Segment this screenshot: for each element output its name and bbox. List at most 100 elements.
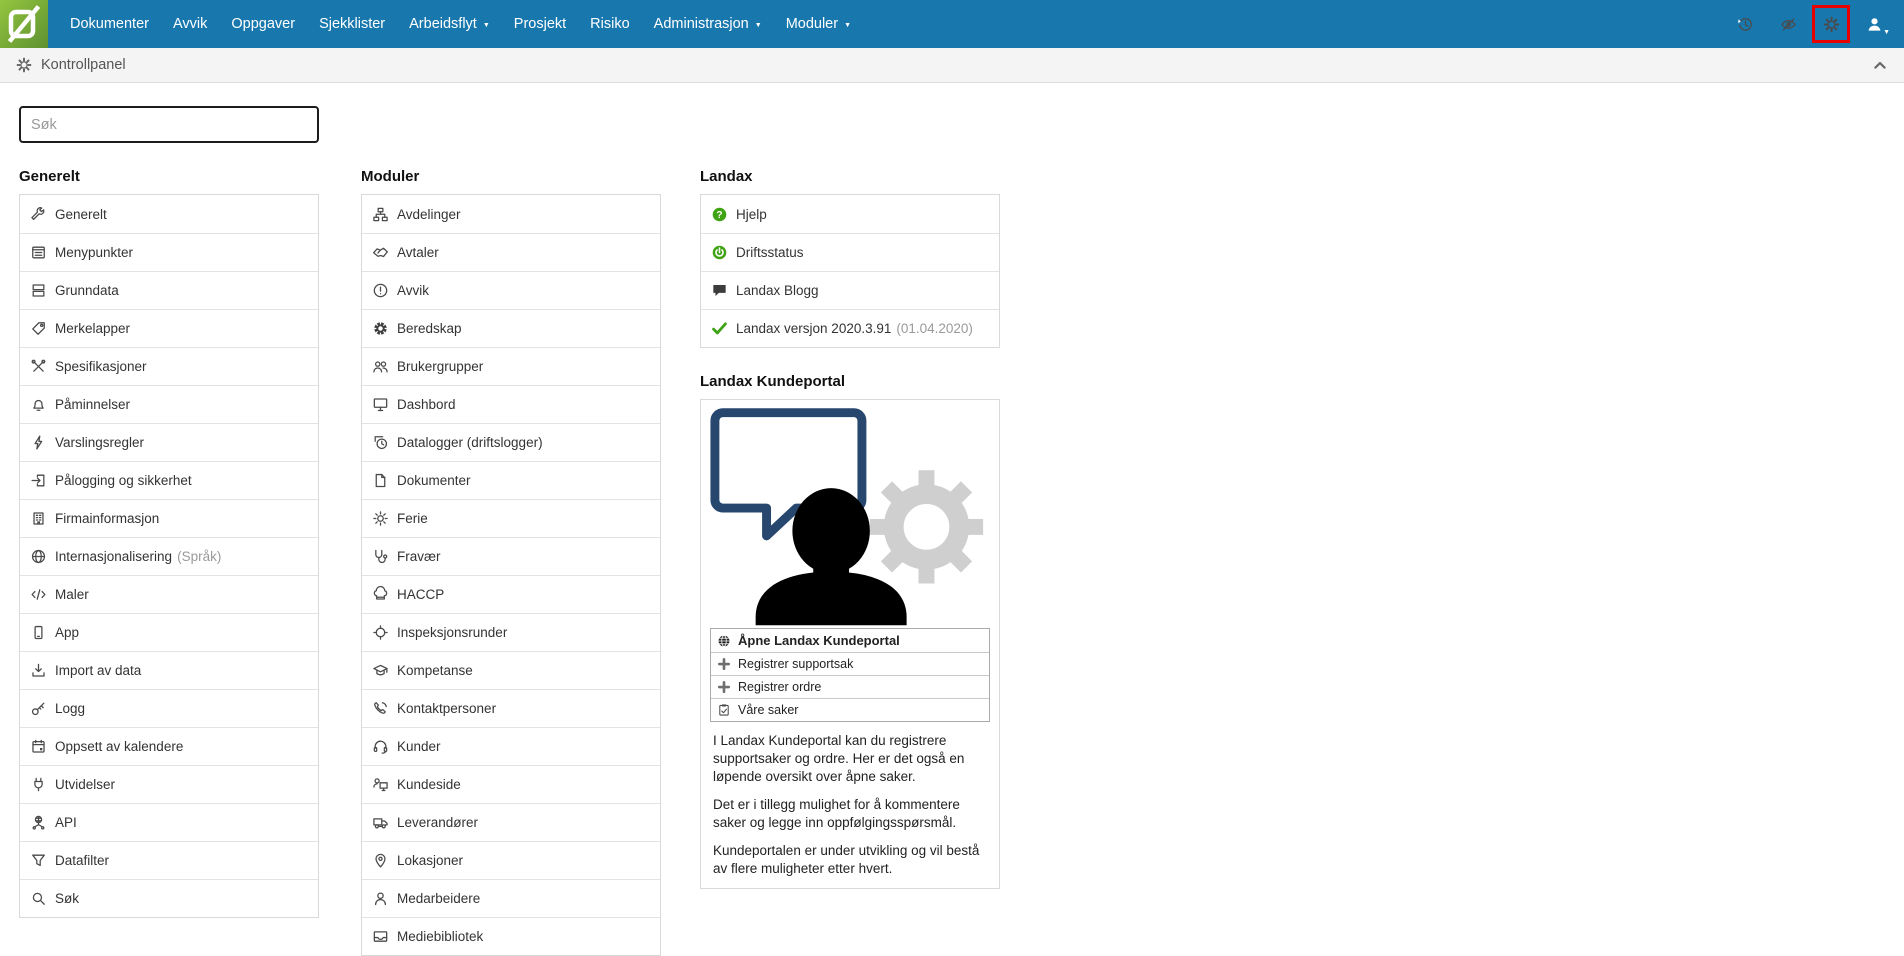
row-label: Fravær — [397, 549, 441, 564]
row-label: Datalogger (driftslogger) — [397, 435, 543, 450]
module-link-row[interactable]: Fravær — [362, 537, 660, 575]
login-icon — [30, 472, 47, 489]
section-heading: Moduler — [361, 168, 420, 185]
row-label: Medarbeidere — [397, 891, 481, 906]
row-label: Import av data — [55, 663, 142, 678]
row-label: Kundeside — [397, 777, 461, 792]
settings-link-row[interactable]: Utvidelser — [20, 765, 318, 803]
users-icon — [372, 358, 389, 375]
userscreen-icon — [372, 776, 389, 793]
settings-link-row[interactable]: Grunndata — [20, 271, 318, 309]
pin-icon — [372, 852, 389, 869]
row-suffix: (01.04.2020) — [896, 321, 973, 336]
kundeportal-menu-item[interactable]: Registrer supportsak — [711, 652, 989, 675]
settings-link-row[interactable]: Varslingsregler — [20, 423, 318, 461]
module-link-row[interactable]: Avdelinger — [362, 195, 660, 233]
landax-link-row[interactable]: Landax Blogg — [701, 271, 999, 309]
module-link-row[interactable]: Medarbeidere — [362, 879, 660, 917]
settings-link-row[interactable]: App — [20, 613, 318, 651]
row-label: Landax Blogg — [736, 283, 819, 298]
settings-link-row[interactable]: Oppsett av kalendere — [20, 727, 318, 765]
module-link-row[interactable]: Leverandører — [362, 803, 660, 841]
module-link-row[interactable]: Avvik — [362, 271, 660, 309]
row-label: Avtaler — [397, 245, 439, 260]
nav-menu-item-label: Risiko — [590, 16, 630, 32]
settings-link-row[interactable]: API — [20, 803, 318, 841]
menu-item-label: Åpne Landax Kundeportal — [738, 633, 900, 648]
row-label: App — [55, 625, 80, 640]
svg-text:?: ? — [716, 210, 722, 221]
search-input[interactable] — [19, 106, 319, 143]
api-icon — [30, 814, 47, 831]
kundeportal-illustration — [701, 400, 999, 626]
landax-panel: ? Hjelp Driftsstatus Landax Blogg Landax… — [700, 194, 1000, 348]
landax-link-row[interactable]: Driftsstatus — [701, 233, 999, 271]
nav-menu-item-label: Prosjekt — [513, 16, 567, 32]
gear-icon — [16, 57, 32, 73]
settings-link-row[interactable]: Søk — [20, 879, 318, 917]
settings-link-row[interactable]: Spesifikasjoner — [20, 347, 318, 385]
settings-link-row[interactable]: Datafilter — [20, 841, 318, 879]
module-link-row[interactable]: Datalogger (driftslogger) — [362, 423, 660, 461]
nav-menu-item[interactable]: Oppgaver — [219, 16, 307, 32]
kundeportal-menu-item[interactable]: Registrer ordre — [711, 675, 989, 698]
settings-link-row[interactable]: Logg — [20, 689, 318, 727]
kundeportal-menu-item[interactable]: Våre saker — [711, 698, 989, 721]
module-link-row[interactable]: Kontaktpersoner — [362, 689, 660, 727]
module-link-row[interactable]: Mediebibliotek — [362, 917, 660, 955]
truck-icon — [372, 814, 389, 831]
module-link-row[interactable]: Dokumenter — [362, 461, 660, 499]
user-menu-button[interactable]: ▼ — [1856, 6, 1892, 42]
settings-link-row[interactable]: Påminnelser — [20, 385, 318, 423]
nav-menu-item[interactable]: Sjekklister — [307, 16, 397, 32]
chevron-up-icon — [1872, 57, 1888, 73]
visibility-toggle-button[interactable] — [1770, 6, 1806, 42]
building-icon — [30, 510, 47, 527]
module-link-row[interactable]: Dashbord — [362, 385, 660, 423]
settings-link-row[interactable]: Internasjonalisering (Språk) — [20, 537, 318, 575]
history-button[interactable] — [1727, 6, 1763, 42]
caret-down-icon — [483, 16, 490, 32]
settings-link-row[interactable]: Import av data — [20, 651, 318, 689]
landax-link-row[interactable]: Landax versjon 2020.3.91 (01.04.2020) — [701, 309, 999, 347]
module-link-row[interactable]: Kunder — [362, 727, 660, 765]
settings-link-row[interactable]: Maler — [20, 575, 318, 613]
nav-menu-item[interactable]: Dokumenter — [58, 16, 161, 32]
module-link-row[interactable]: Avtaler — [362, 233, 660, 271]
settings-link-row[interactable]: Generelt — [20, 195, 318, 233]
settings-button[interactable] — [1812, 5, 1850, 43]
settings-link-row[interactable]: Merkelapper — [20, 309, 318, 347]
kundeportal-menu-item[interactable]: Åpne Landax Kundeportal — [711, 629, 989, 652]
module-link-row[interactable]: Lokasjoner — [362, 841, 660, 879]
nav-menu-item[interactable]: Administrasjon — [642, 16, 774, 32]
nav-menu-item[interactable]: Prosjekt — [502, 16, 578, 32]
landax-logo[interactable] — [0, 0, 48, 48]
nav-menu-item-label: Dokumenter — [70, 16, 149, 32]
nav-menu-item[interactable]: Arbeidsflyt — [397, 16, 502, 32]
nav-menu-item[interactable]: Risiko — [578, 16, 641, 32]
section-landax: Landax ? Hjelp Driftsstatus Landax Blogg… — [700, 143, 1000, 889]
module-link-row[interactable]: Inspeksjonsrunder — [362, 613, 660, 651]
row-label: Hjelp — [736, 206, 767, 222]
row-label: Pålogging og sikkerhet — [55, 473, 192, 488]
collapse-panel-button[interactable] — [1872, 57, 1888, 73]
settings-link-row[interactable]: Menypunkter — [20, 233, 318, 271]
nav-menu-item[interactable]: Avvik — [161, 16, 219, 32]
wrench-icon — [30, 206, 47, 223]
row-label: Mediebibliotek — [397, 929, 484, 944]
module-link-row[interactable]: Beredskap — [362, 309, 660, 347]
landax-link-row[interactable]: ? Hjelp — [701, 195, 999, 233]
nav-menu-item[interactable]: Moduler — [774, 16, 863, 32]
search-icon — [30, 890, 47, 907]
globe-icon — [30, 548, 47, 565]
settings-link-row[interactable]: Firmainformasjon — [20, 499, 318, 537]
settings-link-row[interactable]: Pålogging og sikkerhet — [20, 461, 318, 499]
row-label: Oppsett av kalendere — [55, 739, 184, 754]
import-icon — [30, 662, 47, 679]
eye-slash-icon — [1780, 16, 1797, 33]
module-link-row[interactable]: Brukergrupper — [362, 347, 660, 385]
module-link-row[interactable]: Kompetanse — [362, 651, 660, 689]
module-link-row[interactable]: Ferie — [362, 499, 660, 537]
module-link-row[interactable]: Kundeside — [362, 765, 660, 803]
module-link-row[interactable]: HACCP — [362, 575, 660, 613]
